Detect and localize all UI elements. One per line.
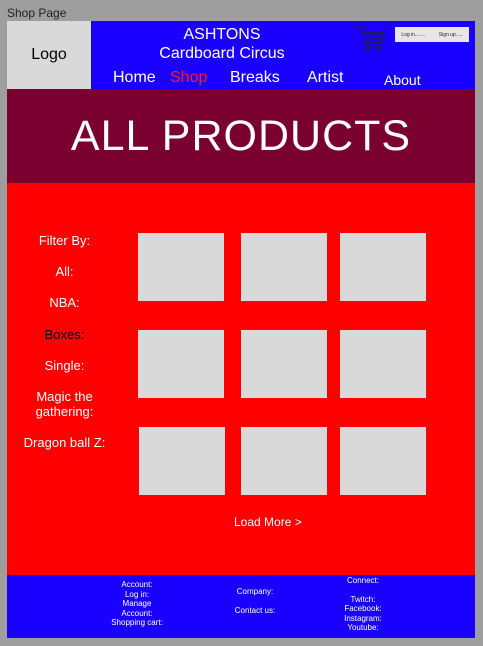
brand-title: ASHTONS Cardboard Circus: [137, 25, 307, 63]
filter-single[interactable]: Single:: [17, 358, 112, 373]
footer-manage-account-link[interactable]: Account:: [102, 609, 172, 619]
footer-twitch-link[interactable]: Twitch:: [333, 595, 393, 605]
header: Logo ASHTONS Cardboard Circus Home Shop …: [7, 21, 475, 89]
footer-account-label: Account:: [121, 580, 153, 589]
nav-artist[interactable]: Artist: [307, 69, 343, 87]
footer-manage-link[interactable]: Manage: [102, 599, 172, 609]
footer-account-column: Account: Log in: Manage Account: Shoppin…: [102, 580, 172, 628]
footer-contact-link[interactable]: Contact us:: [225, 606, 285, 616]
filter-magic-the-gathering[interactable]: Magic the gathering:: [17, 389, 112, 419]
filter-nba[interactable]: NBA:: [17, 295, 112, 310]
brand-line-2: Cardboard Circus: [159, 45, 285, 62]
footer-login-link[interactable]: Log in:: [102, 590, 172, 600]
footer-facebook-link[interactable]: Facebook:: [333, 604, 393, 614]
filter-dragon-ball-z[interactable]: Dragon ball Z:: [17, 435, 112, 450]
filter-boxes[interactable]: Boxes:: [17, 327, 112, 342]
product-tile[interactable]: [138, 330, 224, 398]
footer-connect-column: Connect: Twitch: Facebook: Instagram: Yo…: [333, 576, 393, 633]
footer-youtube-link[interactable]: Youtube:: [333, 623, 393, 633]
product-tile[interactable]: [241, 233, 327, 301]
hero-banner: ALL PRODUCTS: [7, 89, 475, 183]
filter-heading: Filter By:: [38, 233, 91, 248]
filter-all[interactable]: All:: [17, 264, 112, 279]
footer-instagram-link[interactable]: Instagram:: [333, 614, 393, 624]
auth-box: Log in........ Sign up.....: [395, 27, 469, 42]
product-tile[interactable]: [241, 330, 327, 398]
footer-connect-label: Connect:: [346, 576, 380, 585]
login-link[interactable]: Log in........: [401, 32, 426, 38]
footer: Account: Log in: Manage Account: Shoppin…: [7, 575, 475, 638]
product-section: Filter By: All: NBA: Boxes: Single: Magi…: [7, 183, 475, 575]
product-tile[interactable]: [241, 427, 327, 495]
product-tile[interactable]: [138, 233, 224, 301]
shop-page: Logo ASHTONS Cardboard Circus Home Shop …: [7, 21, 475, 638]
shopping-cart-icon[interactable]: [356, 25, 386, 53]
product-tile[interactable]: [139, 427, 225, 495]
frame-label: Shop Page: [7, 6, 67, 20]
nav-home[interactable]: Home: [113, 69, 156, 87]
nav-shop[interactable]: Shop: [170, 69, 207, 87]
logo[interactable]: Logo: [7, 21, 91, 89]
product-tile[interactable]: [340, 427, 426, 495]
nav-breaks[interactable]: Breaks: [230, 69, 280, 87]
footer-company-column: Company: Contact us:: [225, 587, 285, 615]
load-more-button[interactable]: Load More >: [234, 515, 302, 529]
page-title: ALL PRODUCTS: [70, 111, 412, 160]
nav-about[interactable]: About: [384, 72, 421, 88]
footer-company-label: Company:: [236, 587, 274, 596]
product-tile[interactable]: [340, 233, 426, 301]
brand-line-1: ASHTONS: [183, 26, 261, 43]
signup-link[interactable]: Sign up.....: [439, 32, 463, 38]
product-tile[interactable]: [340, 330, 426, 398]
footer-shopping-cart-link[interactable]: Shopping cart:: [102, 618, 172, 628]
